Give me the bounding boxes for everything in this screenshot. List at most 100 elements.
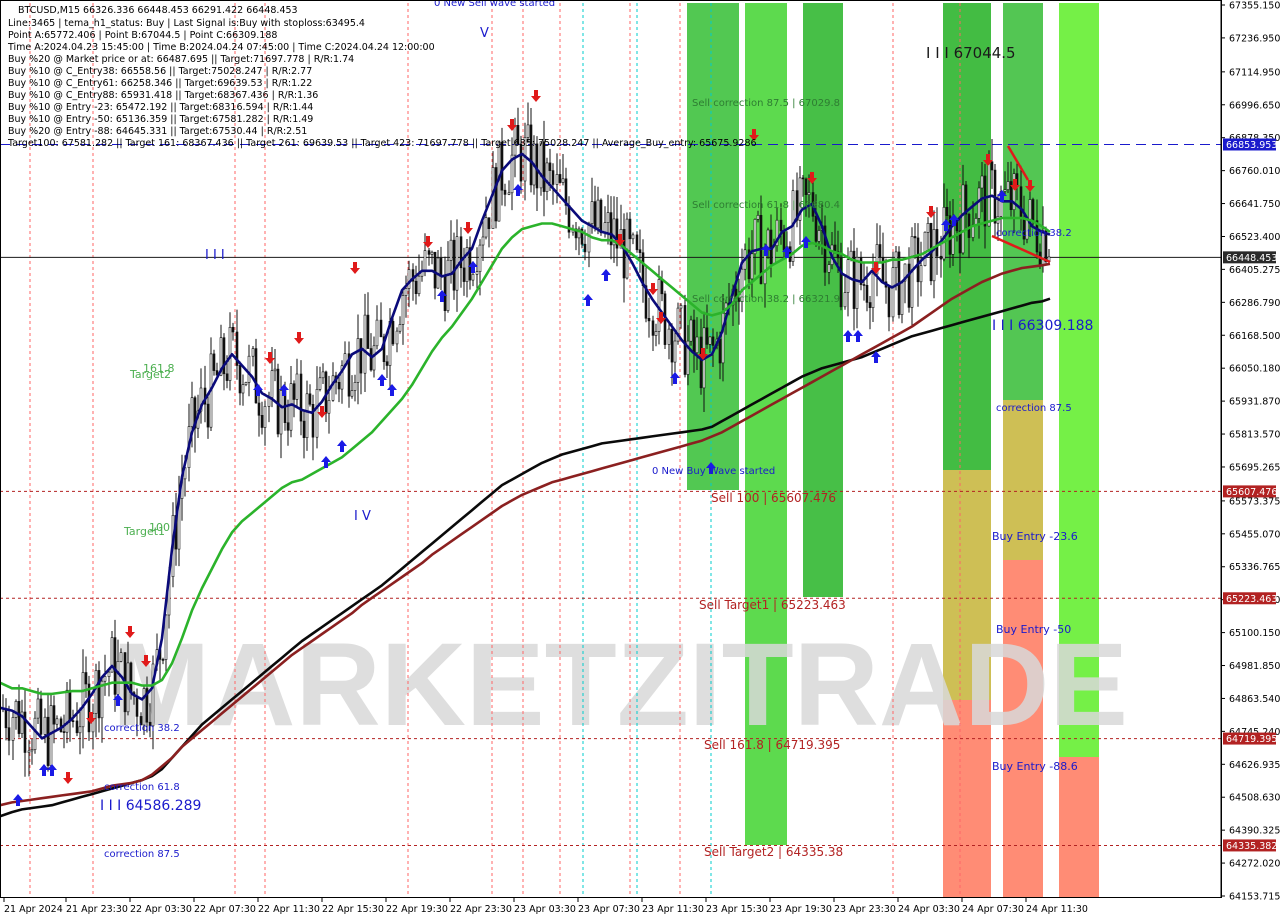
- candle-body: [753, 219, 757, 255]
- annotation-label: Sell correction 38.2 | 66321.9: [692, 294, 840, 305]
- y-tick-label: 66996.650: [1229, 100, 1280, 111]
- candle-body: [225, 373, 229, 381]
- candle-body: [385, 361, 389, 366]
- x-tick-label: 22 Apr 19:30: [386, 904, 448, 915]
- watermark: MARKETZITRADE: [112, 619, 1128, 751]
- annotation-label: Sell correction 87.5 | 67029.8: [692, 98, 840, 109]
- price-chart: MARKETZITRADE 0 New Sell wave started Sel…: [0, 0, 1280, 920]
- candle-body: [689, 319, 693, 342]
- info-line: Buy %10 @ Entry -50: 65136.359 || Target…: [8, 114, 313, 125]
- candle-body: [455, 236, 459, 291]
- candle-body: [414, 280, 418, 295]
- candle-body: [814, 215, 818, 242]
- info-line: Buy %10 @ Entry -23: 65472.192 || Target…: [8, 102, 313, 113]
- candle-body: [631, 234, 635, 240]
- candle-body: [356, 338, 360, 383]
- watermark-layer: MARKETZITRADE: [112, 619, 1128, 751]
- candle-body: [843, 292, 847, 308]
- candle-body: [398, 324, 402, 332]
- candle-body: [263, 406, 267, 428]
- candle-body: [33, 717, 37, 750]
- y-tick-label: 65695.265: [1229, 462, 1280, 473]
- y-tick-label: 64153.715: [1229, 892, 1280, 903]
- candle-body: [142, 688, 146, 726]
- candle-body: [276, 368, 280, 435]
- candle-body: [660, 279, 664, 295]
- candle-body: [337, 381, 341, 390]
- candle-body: [503, 189, 507, 195]
- annotation-label: correction 38.2: [996, 228, 1072, 239]
- candle-body: [366, 314, 370, 349]
- candle-body: [923, 231, 927, 266]
- candle-body: [353, 382, 357, 391]
- candle-body: [548, 162, 552, 171]
- candle-body: [107, 671, 111, 677]
- candle-body: [427, 250, 431, 255]
- annotation-label: I I I 66309.188: [992, 318, 1093, 334]
- info-line: Target100: 67581.282 || Target 161: 6836…: [7, 138, 757, 149]
- annotation-label: I I I 67044.5: [926, 44, 1016, 62]
- candle-body: [1028, 199, 1032, 220]
- candle-body: [94, 670, 98, 714]
- candle-body: [27, 750, 31, 753]
- info-line: Line:3465 | tema_h1_status: Buy | Last S…: [8, 18, 365, 29]
- candle-body: [375, 319, 379, 347]
- candle-body: [407, 269, 411, 289]
- candle-body: [238, 365, 242, 394]
- candle-body: [948, 215, 952, 255]
- annotation-label: I I I: [205, 248, 225, 263]
- candle-body: [206, 403, 210, 428]
- x-tick-label: 21 Apr 23:30: [66, 904, 128, 915]
- candle-body: [801, 177, 805, 180]
- candle-body: [87, 683, 91, 733]
- candle-body: [683, 305, 687, 375]
- price-marker-label: 66448.453: [1226, 253, 1277, 264]
- annotation-label: Sell 161.8 | 64719.395: [704, 738, 840, 752]
- candle-body: [471, 273, 475, 281]
- annotation-label: correction 87.5: [104, 849, 180, 860]
- candle-body: [699, 336, 703, 389]
- candle-body: [750, 253, 754, 280]
- candle-body: [260, 414, 264, 428]
- candle-body: [321, 371, 325, 379]
- candle-body: [545, 162, 549, 192]
- y-tick-label: 64863.540: [1229, 694, 1280, 705]
- annotation-label: correction 61.8: [104, 782, 180, 793]
- candle-body: [97, 670, 101, 719]
- candle-body: [900, 280, 904, 315]
- candle-body: [807, 192, 811, 196]
- annotation-label: Buy Entry -88.6: [992, 760, 1078, 773]
- annotation-label: 0 New Buy Wave started: [652, 466, 775, 477]
- candle-body: [484, 217, 488, 238]
- candle-body: [231, 326, 235, 333]
- candle-body: [673, 340, 677, 363]
- x-tick-label: 23 Apr 03:30: [514, 904, 576, 915]
- x-tick-label: 22 Apr 11:30: [258, 904, 320, 915]
- candle-body: [49, 705, 53, 766]
- candle-body: [81, 672, 85, 728]
- candle-body: [308, 393, 312, 405]
- candle-body: [350, 390, 354, 397]
- candle-body: [113, 637, 117, 695]
- y-tick-label: 64272.020: [1229, 859, 1280, 870]
- candle-body: [318, 377, 322, 390]
- candle-body: [647, 317, 651, 322]
- candle-body: [65, 689, 69, 733]
- x-tick-label: 22 Apr 07:30: [194, 904, 256, 915]
- candle-body: [161, 659, 165, 661]
- annotation-label: Buy Entry -23.6: [992, 530, 1078, 543]
- candle-body: [273, 368, 277, 372]
- candle-body: [39, 698, 43, 735]
- candle-body: [945, 207, 949, 217]
- candle-body: [718, 338, 722, 364]
- candle-body: [919, 265, 923, 283]
- candle-body: [241, 384, 245, 394]
- candle-body: [7, 727, 11, 741]
- y-tick-label: 65573.375: [1229, 496, 1280, 507]
- annotation-label: I I I 64586.289: [100, 798, 201, 814]
- candle-body: [433, 251, 437, 289]
- candle-body: [939, 255, 943, 260]
- candle-body: [593, 201, 597, 229]
- candle-body: [590, 201, 594, 225]
- candle-body: [4, 708, 8, 729]
